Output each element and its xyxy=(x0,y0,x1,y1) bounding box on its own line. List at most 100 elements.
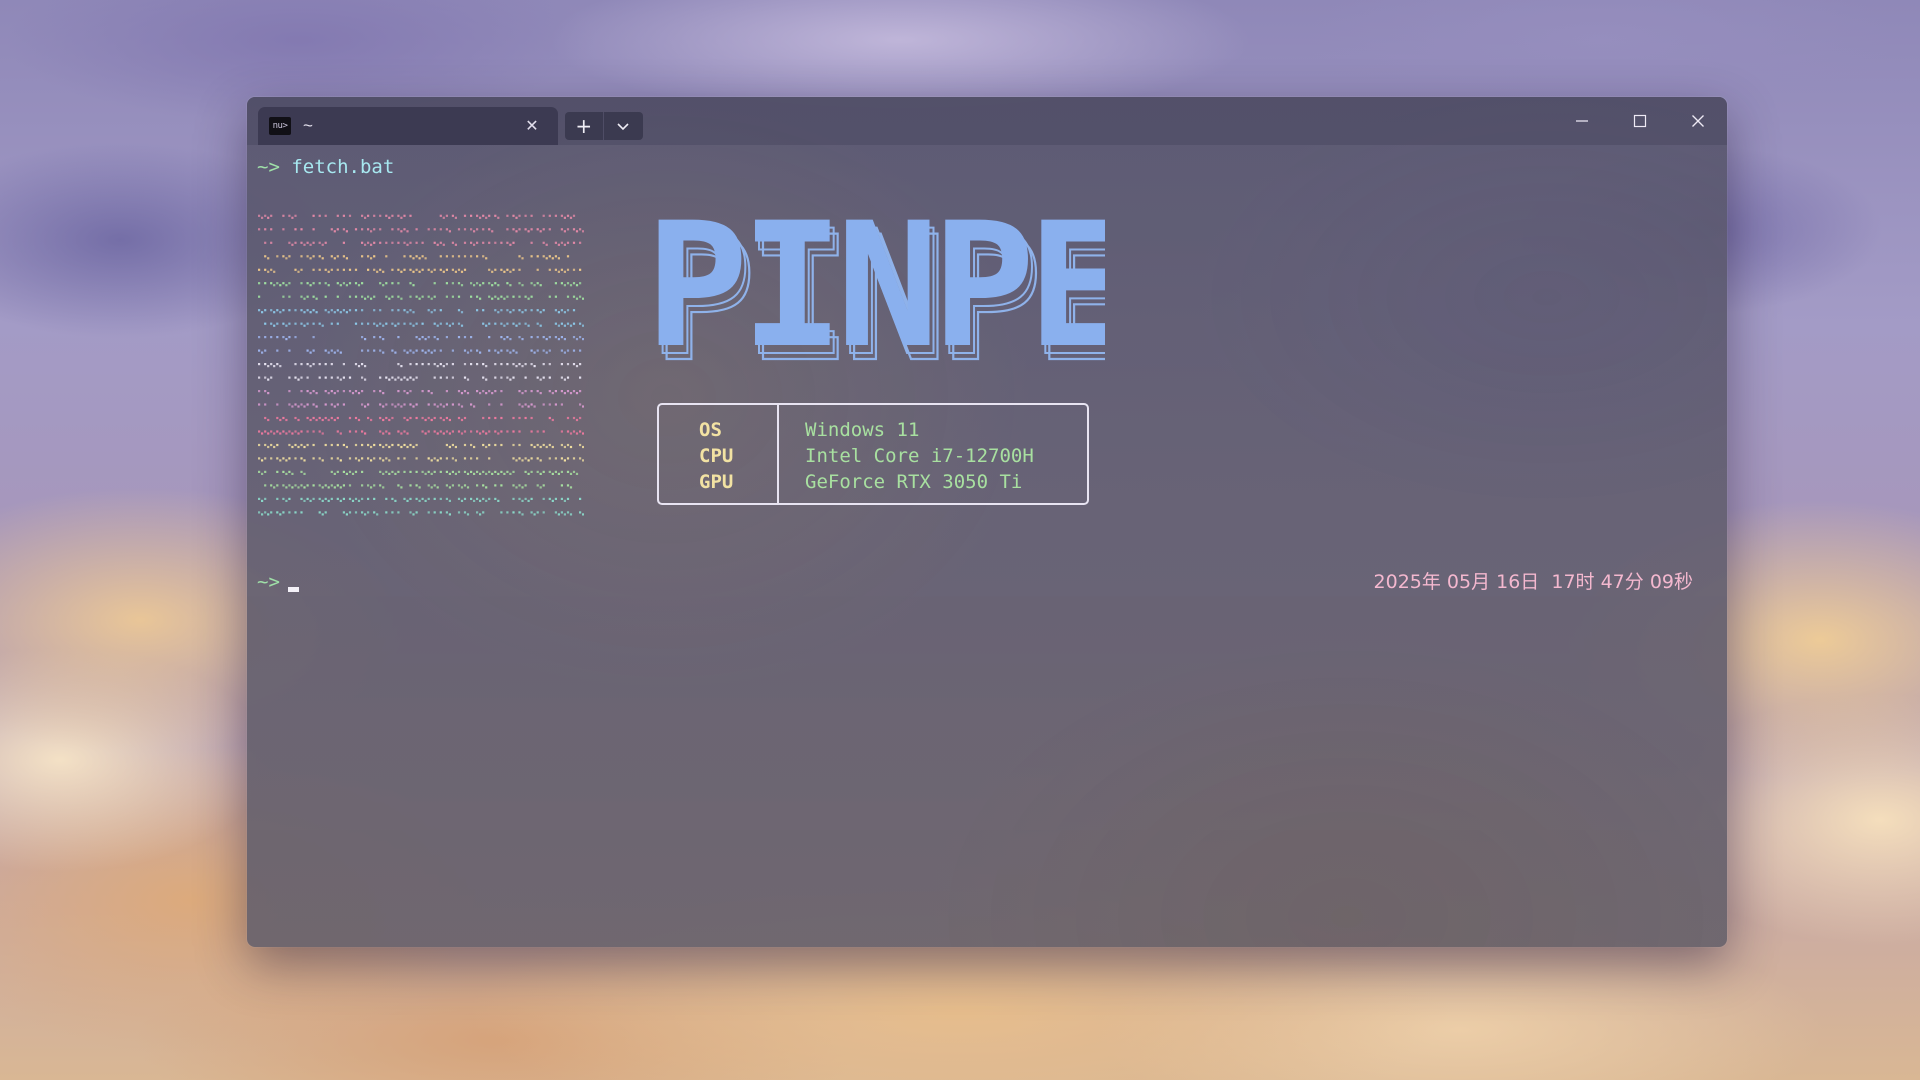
ascii-dot xyxy=(530,497,533,500)
ascii-dot xyxy=(421,322,424,325)
ascii-dot xyxy=(397,484,400,487)
ascii-dot xyxy=(497,351,500,354)
ascii-dot xyxy=(397,336,400,339)
ascii-dot xyxy=(282,255,285,258)
ascii-dot xyxy=(463,470,467,473)
ascii-dot xyxy=(403,390,406,393)
ascii-dot xyxy=(336,403,339,406)
tab-terminal[interactable]: nu> ~ ✕ xyxy=(258,107,558,145)
ascii-dot xyxy=(318,416,321,420)
close-button[interactable] xyxy=(1669,97,1727,145)
ascii-dot xyxy=(282,228,285,231)
ascii-dot xyxy=(370,445,373,449)
ascii-dot xyxy=(518,282,521,285)
ascii-dot xyxy=(394,499,397,502)
ascii-dot xyxy=(460,499,464,502)
ascii-dot xyxy=(309,418,312,422)
ascii-dot xyxy=(479,297,482,300)
ascii-dot xyxy=(400,378,403,381)
ascii-dot xyxy=(457,390,461,393)
ascii-dot xyxy=(530,363,533,366)
ascii-dot xyxy=(306,322,309,325)
ascii-dot xyxy=(506,470,509,473)
ascii-dot xyxy=(518,363,521,366)
ascii-dot xyxy=(509,270,512,273)
ascii-dot xyxy=(572,228,576,231)
ascii-dot xyxy=(418,270,421,273)
ascii-dot xyxy=(285,418,288,422)
new-tab-group: + xyxy=(565,112,643,140)
ascii-dot xyxy=(306,295,309,298)
input-line[interactable]: ~> xyxy=(257,569,299,595)
ascii-dot xyxy=(297,432,300,435)
ascii-dot xyxy=(433,241,436,244)
ascii-dot xyxy=(548,416,551,420)
ascii-dot xyxy=(582,338,584,341)
ascii-dot xyxy=(318,214,321,217)
ascii-dot xyxy=(569,486,573,489)
ascii-dot xyxy=(439,430,442,433)
ascii-dot xyxy=(285,338,288,341)
ascii-dot xyxy=(261,351,264,354)
ascii-dot xyxy=(330,268,333,271)
ascii-dot xyxy=(476,497,479,500)
ascii-dot xyxy=(476,430,479,433)
ascii-dot xyxy=(379,268,382,271)
ascii-dot xyxy=(336,295,339,298)
ascii-dot xyxy=(294,336,297,339)
ascii-dot xyxy=(536,336,539,339)
ascii-dot xyxy=(282,484,285,487)
ascii-dot xyxy=(503,324,506,327)
maximize-button[interactable] xyxy=(1611,97,1669,145)
ascii-dot xyxy=(530,241,533,244)
ascii-dot xyxy=(494,363,497,366)
ascii-dot xyxy=(327,418,330,422)
ascii-dot xyxy=(351,472,355,475)
tab-close-button[interactable]: ✕ xyxy=(520,114,544,138)
ascii-dot xyxy=(318,430,321,433)
ascii-dot xyxy=(430,472,433,475)
ascii-dot xyxy=(258,497,261,500)
ascii-dot xyxy=(527,230,530,233)
ascii-dot xyxy=(300,282,303,285)
ascii-dot xyxy=(463,268,467,271)
ascii-dot xyxy=(303,459,306,462)
ascii-dot xyxy=(448,230,451,233)
ascii-dot xyxy=(506,228,509,231)
info-key: OS xyxy=(699,419,722,441)
ascii-dot xyxy=(545,445,548,449)
ascii-dot xyxy=(388,378,391,381)
ascii-dot xyxy=(285,284,288,287)
ascii-dot xyxy=(536,349,539,352)
ascii-dot xyxy=(391,470,394,473)
title-bar[interactable]: nu> ~ ✕ + xyxy=(247,97,1727,145)
tab-dropdown-button[interactable] xyxy=(604,112,643,140)
ascii-dot xyxy=(563,459,566,462)
ascii-dot xyxy=(512,497,515,500)
ascii-dot xyxy=(551,392,554,395)
new-tab-button[interactable]: + xyxy=(565,112,604,140)
ascii-dot xyxy=(324,403,327,406)
ascii-dot xyxy=(330,416,333,420)
pinpe-logo: PINPE PINPE PINPE xyxy=(645,203,1105,363)
ascii-dot xyxy=(382,472,385,475)
ascii-dot xyxy=(303,243,306,246)
ascii-dot xyxy=(294,443,297,447)
ascii-dot xyxy=(579,416,582,420)
ascii-dot xyxy=(445,336,448,339)
ascii-dot xyxy=(445,484,448,487)
ascii-dot xyxy=(548,376,551,379)
ascii-dot xyxy=(439,376,442,379)
ascii-dot xyxy=(318,511,321,514)
ascii-dot xyxy=(539,324,542,327)
ascii-dot xyxy=(575,392,579,395)
ascii-dot xyxy=(367,322,370,325)
ascii-dot xyxy=(354,363,358,366)
ascii-dot xyxy=(442,418,445,422)
command-text: fetch.bat xyxy=(291,156,395,178)
ascii-dot xyxy=(542,336,545,339)
ascii-dot xyxy=(439,457,442,460)
ascii-dot xyxy=(448,324,451,327)
minimize-button[interactable] xyxy=(1553,97,1611,145)
ascii-dot xyxy=(415,457,418,460)
